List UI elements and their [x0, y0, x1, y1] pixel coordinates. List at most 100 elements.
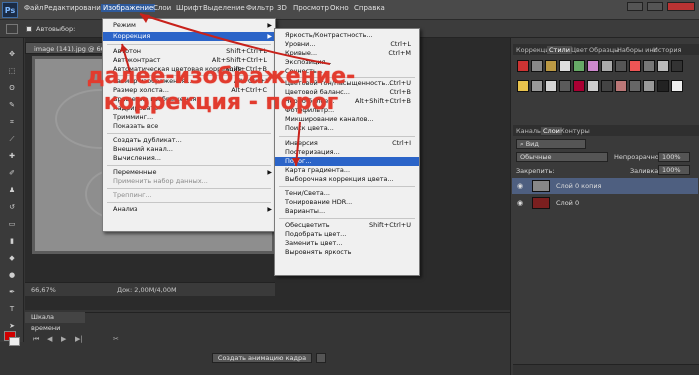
cut-icon[interactable]: ✂: [113, 335, 119, 343]
first-frame-icon[interactable]: ⏮: [33, 335, 39, 344]
history-brush-tool-icon[interactable]: ↺: [7, 203, 17, 211]
menu-window[interactable]: Окно: [330, 4, 349, 12]
style-swatch[interactable]: [559, 60, 571, 72]
style-swatch[interactable]: [601, 80, 613, 92]
move-tool-icon[interactable]: [6, 24, 18, 34]
menu-item[interactable]: Показать все: [103, 122, 275, 131]
menu-item[interactable]: Вычисления...: [103, 154, 275, 163]
menu-item[interactable]: Тонирование HDR...: [275, 198, 419, 207]
style-swatch[interactable]: [615, 80, 627, 92]
chevron-down-icon[interactable]: [316, 353, 326, 363]
menu-item[interactable]: Режим ▶: [103, 21, 275, 30]
style-swatch[interactable]: [573, 60, 585, 72]
timeline-title[interactable]: Шкала времени: [25, 312, 85, 332]
auto-select-checkbox[interactable]: [26, 26, 32, 32]
style-swatch[interactable]: [657, 80, 669, 92]
next-frame-icon[interactable]: ▶|: [75, 335, 83, 343]
maximize-button[interactable]: [647, 2, 663, 11]
quick-select-tool-icon[interactable]: ✎: [7, 101, 17, 109]
style-swatch[interactable]: [587, 60, 599, 72]
move-tool-icon[interactable]: ✥: [7, 50, 17, 58]
eraser-tool-icon[interactable]: ▭: [7, 220, 17, 228]
style-swatch[interactable]: [671, 60, 683, 72]
style-swatch[interactable]: [559, 80, 571, 92]
menu-item[interactable]: Обесцветить Shift+Ctrl+U: [275, 221, 419, 230]
style-swatch[interactable]: [629, 80, 641, 92]
crop-tool-icon[interactable]: ⌗: [7, 118, 17, 126]
dodge-tool-icon[interactable]: ●: [7, 271, 17, 279]
play-icon[interactable]: ▶: [61, 335, 66, 343]
menu-item[interactable]: Анализ ▶: [103, 205, 275, 214]
gradient-tool-icon[interactable]: ▮: [7, 237, 17, 245]
style-swatch[interactable]: [517, 60, 529, 72]
menu-item[interactable]: Выборочная коррекция цвета...: [275, 175, 419, 184]
menu-edit[interactable]: Редактирование: [44, 4, 105, 12]
style-swatch[interactable]: [531, 60, 543, 72]
style-swatch[interactable]: [629, 60, 641, 72]
style-swatch[interactable]: [643, 80, 655, 92]
menu-item[interactable]: Переменные ▶: [103, 168, 275, 177]
tab-channels[interactable]: Каналы: [516, 127, 542, 135]
zoom-level[interactable]: 66,67%: [31, 286, 56, 294]
tab-tool-presets[interactable]: Наборы инс: [617, 46, 657, 54]
create-frame-animation-button[interactable]: Создать анимацию кадра: [212, 353, 312, 363]
layer-row-base[interactable]: ◉ Слой 0: [512, 195, 698, 211]
eyedropper-tool-icon[interactable]: ⟋: [7, 135, 17, 143]
fill-field[interactable]: 100%: [658, 165, 690, 175]
lasso-tool-icon[interactable]: ʘ: [7, 84, 17, 92]
menu-item[interactable]: Кривые... Ctrl+M: [275, 49, 419, 58]
stamp-tool-icon[interactable]: ♟: [7, 186, 17, 194]
menu-item[interactable]: Выровнять яркость: [275, 248, 419, 257]
menu-help[interactable]: Справка: [354, 4, 385, 12]
blur-tool-icon[interactable]: ◆: [7, 254, 17, 262]
layer-kind-filter[interactable]: ⌕ Вид: [516, 139, 586, 149]
tab-layers[interactable]: Слои: [541, 127, 562, 135]
close-button[interactable]: [667, 2, 695, 11]
tab-styles[interactable]: Стили: [547, 46, 572, 54]
eye-icon[interactable]: ◉: [517, 178, 523, 194]
marquee-tool-icon[interactable]: ⬚: [7, 67, 17, 75]
menu-item[interactable]: Инверсия Ctrl+I: [275, 139, 419, 148]
menu-select[interactable]: Выделение: [203, 4, 245, 12]
path-select-tool-icon[interactable]: ➤: [7, 322, 17, 330]
menu-item[interactable]: Внешний канал...: [103, 145, 275, 154]
menu-file[interactable]: Файл: [24, 4, 43, 12]
menu-filter[interactable]: Фильтр: [246, 4, 274, 12]
menu-item[interactable]: Создать дубликат...: [103, 136, 275, 145]
menu-image[interactable]: Изображение: [101, 4, 156, 12]
menu-view[interactable]: Просмотр: [293, 4, 329, 12]
layer-row-copy[interactable]: ◉ Слой 0 копия: [512, 178, 698, 194]
style-swatch[interactable]: [657, 60, 669, 72]
menu-item[interactable]: Варианты...: [275, 207, 419, 216]
style-swatch[interactable]: [643, 60, 655, 72]
pen-tool-icon[interactable]: ✒: [7, 288, 17, 296]
style-swatch[interactable]: [671, 80, 683, 92]
menu-3d[interactable]: 3D: [277, 4, 287, 12]
menu-item[interactable]: Постеризация...: [275, 148, 419, 157]
menu-item[interactable]: Уровни... Ctrl+L: [275, 40, 419, 49]
blend-mode-select[interactable]: Обычные: [516, 152, 608, 162]
style-swatch[interactable]: [531, 80, 543, 92]
tab-history[interactable]: История: [653, 46, 681, 54]
opacity-field[interactable]: 100%: [658, 152, 690, 162]
style-swatch[interactable]: [573, 80, 585, 92]
menu-item[interactable]: Коррекция ▶: [103, 32, 275, 41]
healing-tool-icon[interactable]: ✚: [7, 152, 17, 160]
menu-item[interactable]: Подобрать цвет...: [275, 230, 419, 239]
menu-item[interactable]: Заменить цвет...: [275, 239, 419, 248]
menu-item[interactable]: Тени/Света...: [275, 189, 419, 198]
style-swatch[interactable]: [601, 60, 613, 72]
tab-color[interactable]: Цвет: [571, 46, 588, 54]
style-swatch[interactable]: [517, 80, 529, 92]
background-color-swatch[interactable]: [9, 337, 20, 346]
menu-item[interactable]: Порог...: [275, 157, 419, 166]
prev-frame-icon[interactable]: ◀: [47, 335, 52, 343]
style-swatch[interactable]: [615, 60, 627, 72]
menu-item[interactable]: Поиск цвета...: [275, 124, 419, 133]
menu-item[interactable]: Автотон Shift+Ctrl+L: [103, 47, 275, 56]
style-swatch[interactable]: [587, 80, 599, 92]
menu-item[interactable]: Карта градиента...: [275, 166, 419, 175]
tab-swatches[interactable]: Образцы: [589, 46, 619, 54]
style-swatch[interactable]: [545, 80, 557, 92]
style-swatch[interactable]: [545, 60, 557, 72]
